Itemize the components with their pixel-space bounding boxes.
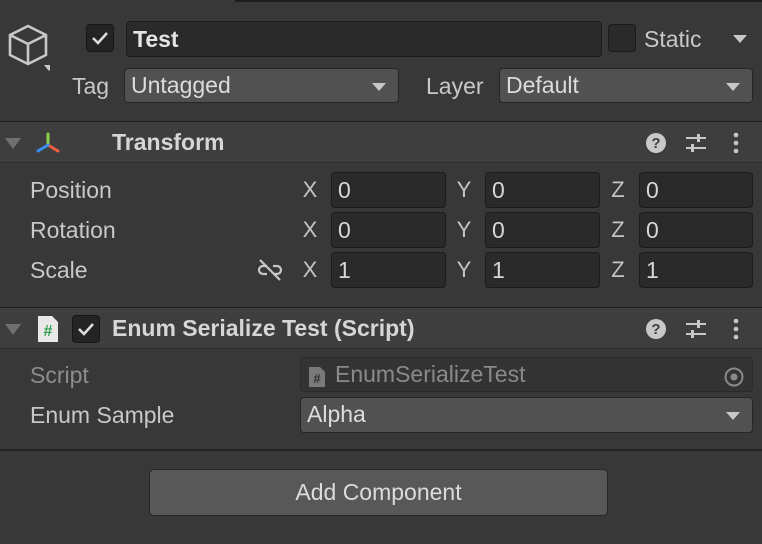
add-component-label: Add Component [295,479,462,505]
rotation-label: Rotation [30,217,116,243]
svg-text:?: ? [651,321,660,338]
chevron-down-icon [726,83,740,91]
more-options-icon[interactable] [724,131,748,155]
enum-sample-label: Enum Sample [30,402,175,428]
presets-sliders-icon[interactable] [684,317,708,341]
static-label: Static [644,26,702,52]
tag-label: Tag [72,73,110,99]
enum-sample-dropdown[interactable]: Alpha [300,397,753,433]
checkmark-icon [92,32,108,45]
script-object-field[interactable]: # EnumSerializeTest [300,357,753,392]
layer-value: Default [506,72,579,98]
static-dropdown-arrow-icon[interactable] [733,35,747,43]
active-checkbox[interactable] [86,24,114,52]
svg-text:?: ? [651,135,660,152]
add-component-button[interactable]: Add Component [149,469,608,516]
svg-text:#: # [313,371,321,386]
rotation-z-field[interactable]: 0 [639,212,753,248]
checkmark-icon [78,323,94,336]
tag-dropdown[interactable]: Untagged [124,68,399,103]
csharp-script-icon: # [308,364,326,387]
scale-x-field[interactable]: 1 [331,252,446,288]
axis-y-label: Y [456,217,472,242]
tag-value: Untagged [131,72,231,98]
scale-label: Scale [30,257,88,283]
chevron-down-icon [726,412,740,420]
object-name-field[interactable]: Test [126,21,602,57]
top-divider [235,0,762,2]
axis-x-label: X [302,177,318,202]
script-enabled-checkbox[interactable] [72,315,100,343]
axis-y-label: Y [456,257,472,282]
enum-sample-value: Alpha [307,401,366,427]
scale-y-field[interactable]: 1 [485,252,600,288]
help-icon[interactable]: ? [644,317,668,341]
more-options-icon[interactable] [724,317,748,341]
presets-sliders-icon[interactable] [684,131,708,155]
static-checkbox[interactable] [608,24,636,52]
constrain-proportions-link-icon[interactable] [256,257,284,283]
help-icon[interactable]: ? [644,131,668,155]
position-label: Position [30,177,112,203]
chevron-down-icon [372,83,386,91]
position-x-field[interactable]: 0 [331,172,446,208]
transform-axes-icon [34,130,62,158]
axis-y-label: Y [456,177,472,202]
transform-header[interactable]: Transform ? [0,121,762,163]
axis-z-label: Z [611,217,625,242]
script-component-header[interactable]: # Enum Serialize Test (Script) ? [0,307,762,349]
svg-text:#: # [44,323,53,340]
transform-title: Transform [112,129,225,155]
component-divider [0,449,762,451]
position-z-field[interactable]: 0 [639,172,753,208]
position-y-field[interactable]: 0 [485,172,600,208]
axis-z-label: Z [611,177,625,202]
script-component-title: Enum Serialize Test (Script) [112,315,415,341]
object-picker-icon[interactable] [723,364,745,387]
cube-icon[interactable] [6,22,54,76]
script-label: Script [30,362,89,388]
csharp-script-icon: # [36,315,60,343]
axis-x-label: X [302,217,318,242]
rotation-x-field[interactable]: 0 [331,212,446,248]
axis-z-label: Z [611,257,625,282]
foldout-arrow-icon[interactable] [5,138,21,149]
layer-dropdown[interactable]: Default [499,68,753,103]
script-value: EnumSerializeTest [335,361,526,387]
rotation-y-field[interactable]: 0 [485,212,600,248]
layer-label: Layer [426,73,484,99]
foldout-arrow-icon[interactable] [5,324,21,335]
scale-z-field[interactable]: 1 [639,252,753,288]
axis-x-label: X [302,257,318,282]
